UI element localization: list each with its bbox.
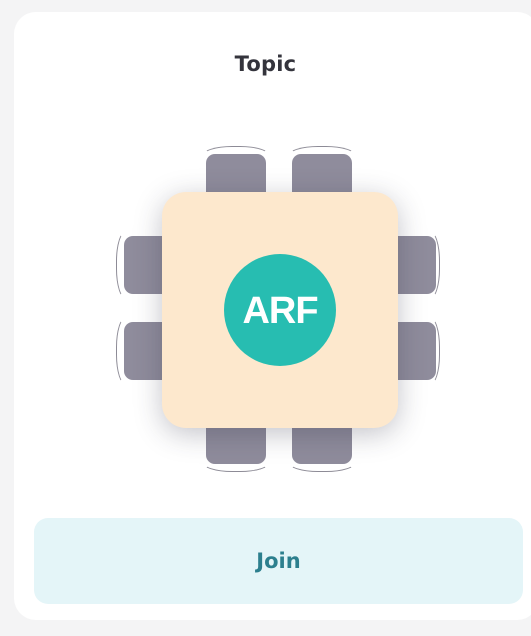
meeting-table: ARF xyxy=(162,192,398,428)
join-button[interactable]: Join xyxy=(34,518,523,604)
logo-text: ARF xyxy=(242,290,317,332)
join-label: Join xyxy=(256,549,301,573)
room-logo: ARF xyxy=(224,254,336,366)
room-title: Topic xyxy=(234,52,297,76)
